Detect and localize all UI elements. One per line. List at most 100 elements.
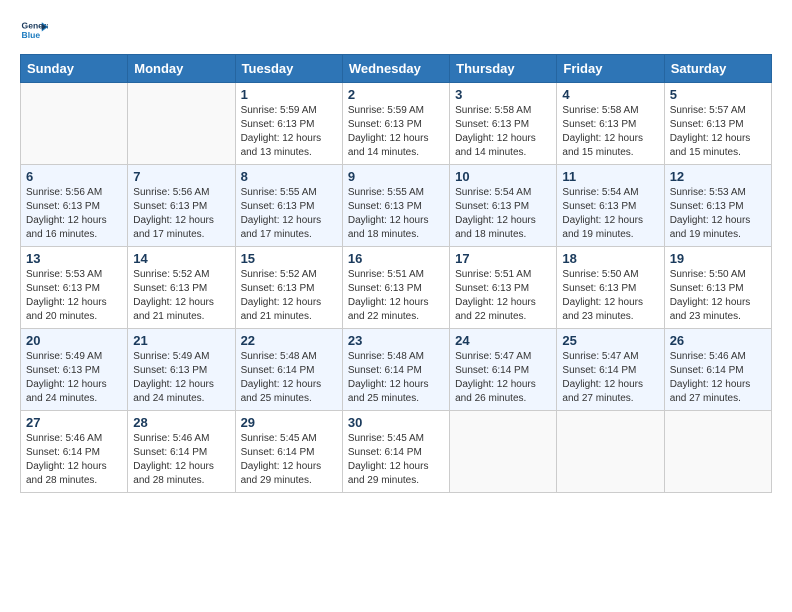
day-number: 26 <box>670 333 766 348</box>
day-info: Sunrise: 5:46 AM Sunset: 6:14 PM Dayligh… <box>670 350 766 406</box>
day-info: Sunrise: 5:58 AM Sunset: 6:13 PM Dayligh… <box>562 104 658 160</box>
day-number: 14 <box>133 251 229 266</box>
calendar-cell: 21 Sunrise: 5:49 AM Sunset: 6:13 PM Dayli… <box>128 329 235 411</box>
day-number: 2 <box>348 87 444 102</box>
logo: General Blue <box>20 16 52 44</box>
day-info: Sunrise: 5:59 AM Sunset: 6:13 PM Dayligh… <box>348 104 444 160</box>
day-info: Sunrise: 5:55 AM Sunset: 6:13 PM Dayligh… <box>348 186 444 242</box>
header-friday: Friday <box>557 55 664 83</box>
day-number: 23 <box>348 333 444 348</box>
header-wednesday: Wednesday <box>342 55 449 83</box>
calendar-cell: 9 Sunrise: 5:55 AM Sunset: 6:13 PM Daylig… <box>342 165 449 247</box>
svg-text:Blue: Blue <box>22 30 41 40</box>
calendar-cell: 6Sunrise: 5:56 AM Sunset: 6:13 PM Daylig… <box>21 165 128 247</box>
calendar-cell: 22 Sunrise: 5:48 AM Sunset: 6:14 PM Dayli… <box>235 329 342 411</box>
calendar-cell: 11 Sunrise: 5:54 AM Sunset: 6:13 PM Dayli… <box>557 165 664 247</box>
day-info: Sunrise: 5:46 AM Sunset: 6:14 PM Dayligh… <box>133 432 229 488</box>
day-number: 30 <box>348 415 444 430</box>
day-info: Sunrise: 5:47 AM Sunset: 6:14 PM Dayligh… <box>562 350 658 406</box>
day-info: Sunrise: 5:53 AM Sunset: 6:13 PM Dayligh… <box>26 268 122 324</box>
calendar-cell: 5 Sunrise: 5:57 AM Sunset: 6:13 PM Daylig… <box>664 83 771 165</box>
calendar-header-row: SundayMondayTuesdayWednesdayThursdayFrid… <box>21 55 772 83</box>
calendar-cell: 10 Sunrise: 5:54 AM Sunset: 6:13 PM Dayli… <box>450 165 557 247</box>
day-info: Sunrise: 5:49 AM Sunset: 6:13 PM Dayligh… <box>133 350 229 406</box>
day-info: Sunrise: 5:50 AM Sunset: 6:13 PM Dayligh… <box>562 268 658 324</box>
day-info: Sunrise: 5:51 AM Sunset: 6:13 PM Dayligh… <box>455 268 551 324</box>
calendar-cell <box>557 411 664 493</box>
calendar-cell: 25 Sunrise: 5:47 AM Sunset: 6:14 PM Dayli… <box>557 329 664 411</box>
calendar-cell <box>664 411 771 493</box>
calendar-table: SundayMondayTuesdayWednesdayThursdayFrid… <box>20 54 772 493</box>
calendar-cell: 1 Sunrise: 5:59 AM Sunset: 6:13 PM Daylig… <box>235 83 342 165</box>
calendar-cell: 14 Sunrise: 5:52 AM Sunset: 6:13 PM Dayli… <box>128 247 235 329</box>
calendar-cell: 28Sunrise: 5:46 AM Sunset: 6:14 PM Dayli… <box>128 411 235 493</box>
header-saturday: Saturday <box>664 55 771 83</box>
day-info: Sunrise: 5:54 AM Sunset: 6:13 PM Dayligh… <box>562 186 658 242</box>
calendar-week-1: 1 Sunrise: 5:59 AM Sunset: 6:13 PM Daylig… <box>21 83 772 165</box>
day-number: 12 <box>670 169 766 184</box>
day-number: 27 <box>26 415 122 430</box>
day-number: 19 <box>670 251 766 266</box>
day-info: Sunrise: 5:45 AM Sunset: 6:14 PM Dayligh… <box>241 432 337 488</box>
calendar-cell: 30 Sunrise: 5:45 AM Sunset: 6:14 PM Dayli… <box>342 411 449 493</box>
calendar-cell: 15 Sunrise: 5:52 AM Sunset: 6:13 PM Dayli… <box>235 247 342 329</box>
calendar-cell: 12 Sunrise: 5:53 AM Sunset: 6:13 PM Dayli… <box>664 165 771 247</box>
day-number: 21 <box>133 333 229 348</box>
calendar-cell: 13 Sunrise: 5:53 AM Sunset: 6:13 PM Dayli… <box>21 247 128 329</box>
header-monday: Monday <box>128 55 235 83</box>
day-number: 5 <box>670 87 766 102</box>
day-number: 20 <box>26 333 122 348</box>
header-thursday: Thursday <box>450 55 557 83</box>
calendar-cell: 8 Sunrise: 5:55 AM Sunset: 6:13 PM Daylig… <box>235 165 342 247</box>
calendar-cell: 29 Sunrise: 5:45 AM Sunset: 6:14 PM Dayli… <box>235 411 342 493</box>
day-number: 25 <box>562 333 658 348</box>
day-number: 13 <box>26 251 122 266</box>
calendar-cell <box>450 411 557 493</box>
logo-icon: General Blue <box>20 16 48 44</box>
calendar-cell: 16Sunrise: 5:51 AM Sunset: 6:13 PM Dayli… <box>342 247 449 329</box>
calendar-week-5: 27 Sunrise: 5:46 AM Sunset: 6:14 PM Dayli… <box>21 411 772 493</box>
calendar-cell: 24Sunrise: 5:47 AM Sunset: 6:14 PM Dayli… <box>450 329 557 411</box>
calendar-cell: 7 Sunrise: 5:56 AM Sunset: 6:13 PM Daylig… <box>128 165 235 247</box>
day-info: Sunrise: 5:48 AM Sunset: 6:14 PM Dayligh… <box>241 350 337 406</box>
calendar-cell: 18 Sunrise: 5:50 AM Sunset: 6:13 PM Dayli… <box>557 247 664 329</box>
day-info: Sunrise: 5:46 AM Sunset: 6:14 PM Dayligh… <box>26 432 122 488</box>
day-info: Sunrise: 5:56 AM Sunset: 6:13 PM Dayligh… <box>133 186 229 242</box>
header-sunday: Sunday <box>21 55 128 83</box>
day-number: 24 <box>455 333 551 348</box>
calendar-cell: 23 Sunrise: 5:48 AM Sunset: 6:14 PM Dayli… <box>342 329 449 411</box>
header-tuesday: Tuesday <box>235 55 342 83</box>
day-info: Sunrise: 5:53 AM Sunset: 6:13 PM Dayligh… <box>670 186 766 242</box>
day-info: Sunrise: 5:48 AM Sunset: 6:14 PM Dayligh… <box>348 350 444 406</box>
header: General Blue <box>20 16 772 44</box>
day-number: 18 <box>562 251 658 266</box>
day-number: 10 <box>455 169 551 184</box>
day-number: 11 <box>562 169 658 184</box>
day-info: Sunrise: 5:56 AM Sunset: 6:13 PM Dayligh… <box>26 186 122 242</box>
calendar-cell: 17 Sunrise: 5:51 AM Sunset: 6:13 PM Dayli… <box>450 247 557 329</box>
day-number: 15 <box>241 251 337 266</box>
calendar-cell: 27 Sunrise: 5:46 AM Sunset: 6:14 PM Dayli… <box>21 411 128 493</box>
day-info: Sunrise: 5:54 AM Sunset: 6:13 PM Dayligh… <box>455 186 551 242</box>
day-number: 17 <box>455 251 551 266</box>
day-number: 29 <box>241 415 337 430</box>
day-number: 3 <box>455 87 551 102</box>
day-info: Sunrise: 5:59 AM Sunset: 6:13 PM Dayligh… <box>241 104 337 160</box>
day-info: Sunrise: 5:45 AM Sunset: 6:14 PM Dayligh… <box>348 432 444 488</box>
day-number: 1 <box>241 87 337 102</box>
day-info: Sunrise: 5:57 AM Sunset: 6:13 PM Dayligh… <box>670 104 766 160</box>
day-info: Sunrise: 5:51 AM Sunset: 6:13 PM Dayligh… <box>348 268 444 324</box>
day-info: Sunrise: 5:58 AM Sunset: 6:13 PM Dayligh… <box>455 104 551 160</box>
day-info: Sunrise: 5:55 AM Sunset: 6:13 PM Dayligh… <box>241 186 337 242</box>
calendar-cell <box>128 83 235 165</box>
day-number: 9 <box>348 169 444 184</box>
calendar-cell: 20Sunrise: 5:49 AM Sunset: 6:13 PM Dayli… <box>21 329 128 411</box>
calendar-cell: 4Sunrise: 5:58 AM Sunset: 6:13 PM Daylig… <box>557 83 664 165</box>
day-number: 22 <box>241 333 337 348</box>
day-info: Sunrise: 5:52 AM Sunset: 6:13 PM Dayligh… <box>133 268 229 324</box>
calendar-cell: 2 Sunrise: 5:59 AM Sunset: 6:13 PM Daylig… <box>342 83 449 165</box>
day-number: 7 <box>133 169 229 184</box>
day-number: 8 <box>241 169 337 184</box>
day-info: Sunrise: 5:52 AM Sunset: 6:13 PM Dayligh… <box>241 268 337 324</box>
calendar-cell: 19Sunrise: 5:50 AM Sunset: 6:13 PM Dayli… <box>664 247 771 329</box>
